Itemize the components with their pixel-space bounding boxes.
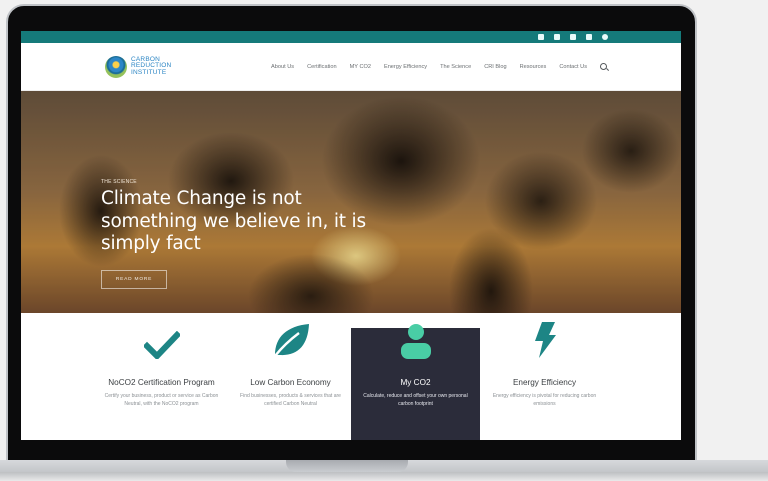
mail-icon[interactable] <box>586 34 592 40</box>
feature-desc: Calculate, reduce and offset your own pe… <box>363 393 468 407</box>
feature-energy-efficiency[interactable]: Energy Efficiency Energy efficiency is p… <box>480 313 609 440</box>
nav-about[interactable]: About Us <box>271 64 294 70</box>
instagram-icon[interactable] <box>602 34 608 40</box>
laptop-shadow <box>0 472 768 481</box>
feature-title: Energy Efficiency <box>512 378 577 387</box>
person-icon <box>351 324 480 359</box>
features-section: NoCO2 Certification Program Certify your… <box>21 313 681 440</box>
facebook-icon[interactable] <box>538 34 544 40</box>
feature-my-co2[interactable]: My CO2 Calculate, reduce and offset your… <box>351 324 480 440</box>
main-nav: About Us Certification MY CO2 Energy Eff… <box>271 63 607 70</box>
site-header: CARBON REDUCTION INSTITUTE About Us Cert… <box>21 43 681 91</box>
hero-banner: THE SCIENCE Climate Change is not someth… <box>21 91 681 313</box>
nav-energy-efficiency[interactable]: Energy Efficiency <box>384 64 427 70</box>
laptop-notch <box>286 460 408 472</box>
nav-resources[interactable]: Resources <box>520 64 547 70</box>
hero-kicker: THE SCIENCE <box>101 179 137 185</box>
feature-desc: Certify your business, product or servic… <box>104 393 219 407</box>
laptop-screen: CARBON REDUCTION INSTITUTE About Us Cert… <box>21 31 681 440</box>
nav-certification[interactable]: Certification <box>307 64 337 70</box>
hero-content: THE SCIENCE Climate Change is not someth… <box>101 179 381 289</box>
feature-low-carbon[interactable]: Low Carbon Economy Find businesses, prod… <box>226 313 355 440</box>
search-icon[interactable] <box>600 63 607 70</box>
lightning-icon <box>480 313 609 359</box>
globe-logo-icon <box>105 55 127 78</box>
leaf-icon <box>226 313 355 359</box>
hero-title: Climate Change is not something we belie… <box>101 188 366 254</box>
feature-certification[interactable]: NoCO2 Certification Program Certify your… <box>97 313 226 440</box>
linkedin-icon[interactable] <box>554 34 560 40</box>
feature-desc: Find businesses, products & services tha… <box>240 393 341 407</box>
nav-blog[interactable]: CRI Blog <box>484 64 506 70</box>
checkmark-icon <box>97 313 226 359</box>
logo-text: CARBON REDUCTION INSTITUTE <box>131 55 172 76</box>
social-bar <box>21 31 681 43</box>
feature-desc: Energy efficiency is pivotal for reducin… <box>492 393 597 407</box>
twitter-icon[interactable] <box>570 34 576 40</box>
feature-title: Low Carbon Economy <box>250 378 331 387</box>
nav-my-co2[interactable]: MY CO2 <box>350 64 371 70</box>
site-logo[interactable]: CARBON REDUCTION INSTITUTE <box>105 55 172 78</box>
nav-science[interactable]: The Science <box>440 64 471 70</box>
feature-title: NoCO2 Certification Program <box>108 378 215 387</box>
read-more-button[interactable]: READ MORE <box>101 269 167 289</box>
nav-contact[interactable]: Contact Us <box>559 64 587 70</box>
feature-title: My CO2 <box>400 378 431 387</box>
